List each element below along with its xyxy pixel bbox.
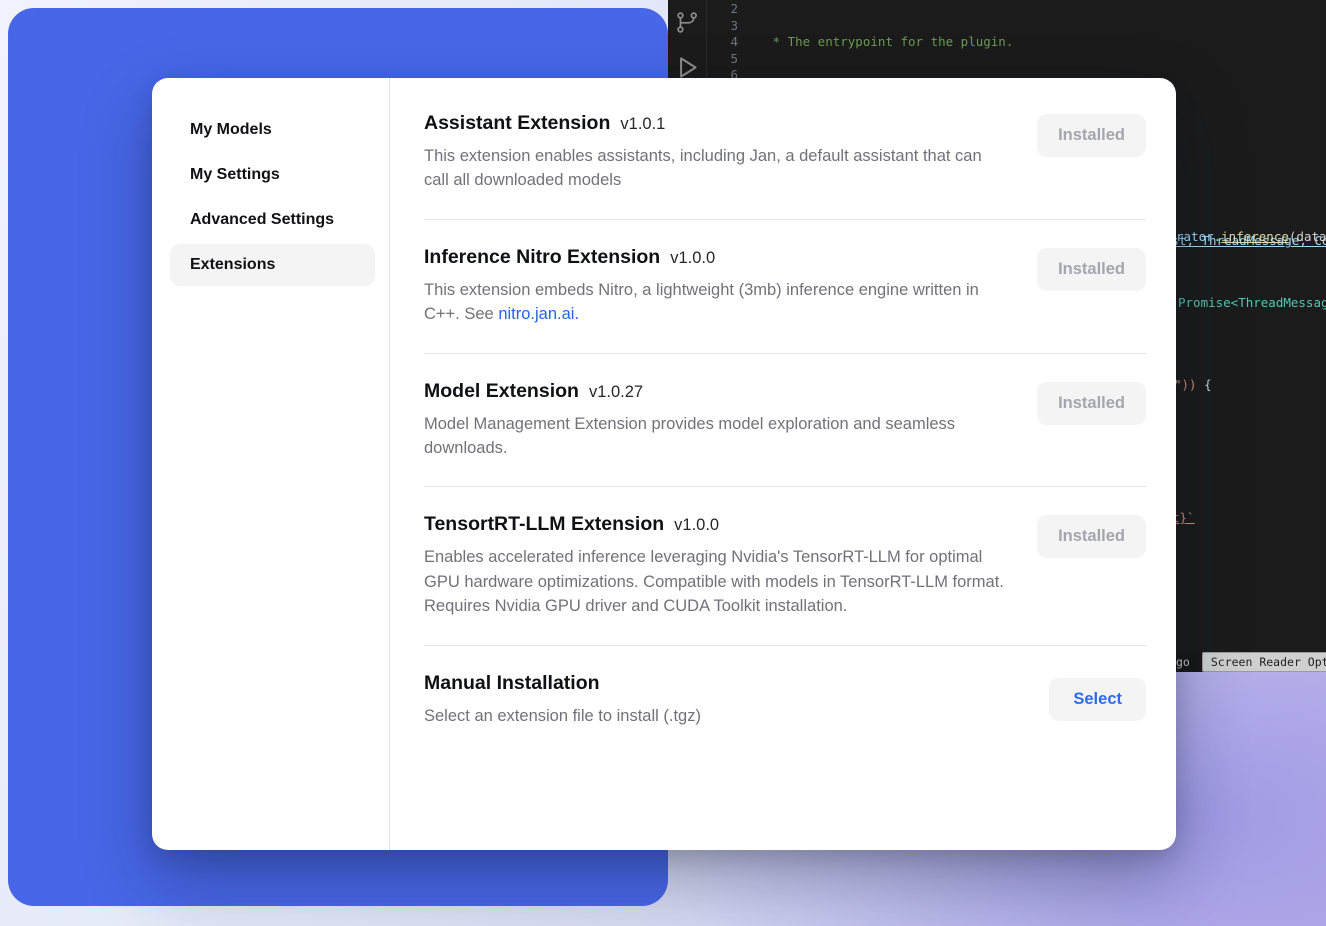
code-fragment: ")) { bbox=[1174, 377, 1212, 394]
extension-name: Inference Nitro Extension bbox=[424, 246, 660, 268]
manual-installation-description: Select an extension file to install (.tg… bbox=[424, 704, 701, 728]
extension-info: Model Extension v1.0.27 Model Management … bbox=[424, 380, 1009, 461]
extension-version: v1.0.0 bbox=[674, 516, 719, 534]
extension-title-line: Model Extension v1.0.27 bbox=[424, 380, 1009, 403]
extension-version: v1.0.27 bbox=[589, 383, 643, 401]
select-button[interactable]: Select bbox=[1049, 678, 1146, 721]
screen-reader-badge[interactable]: Screen Reader Optimize bbox=[1202, 652, 1326, 672]
code-token: inference bbox=[1221, 229, 1289, 244]
extension-title-line: Inference Nitro Extension v1.0.0 bbox=[424, 246, 1009, 269]
extension-info: Assistant Extension v1.0.1 This extension… bbox=[424, 112, 1009, 193]
extension-description: This extension embeds Nitro, a lightweig… bbox=[424, 278, 1009, 327]
manual-installation-title: Manual Installation bbox=[424, 672, 701, 695]
extension-name: Assistant Extension bbox=[424, 112, 610, 134]
code-line: * The entrypoint for the plugin. bbox=[765, 34, 1326, 51]
extension-row: Model Extension v1.0.27 Model Management … bbox=[424, 354, 1146, 488]
line-number: 4 bbox=[712, 34, 738, 51]
settings-sidebar: My Models My Settings Advanced Settings … bbox=[152, 78, 390, 850]
extension-row: Inference Nitro Extension v1.0.0 This ext… bbox=[424, 220, 1146, 354]
code-token: (data)); bbox=[1289, 229, 1326, 244]
installed-button[interactable]: Installed bbox=[1037, 114, 1146, 157]
extension-version: v1.0.1 bbox=[620, 115, 665, 133]
extension-description: Model Management Extension provides mode… bbox=[424, 412, 1009, 461]
sidebar-item-advanced-settings[interactable]: Advanced Settings bbox=[170, 199, 375, 241]
line-number: 2 bbox=[712, 1, 738, 18]
extension-description: This extension enables assistants, inclu… bbox=[424, 144, 1009, 193]
extension-title-line: TensortRT-LLM Extension v1.0.0 bbox=[424, 513, 1009, 536]
extension-row: Assistant Extension v1.0.1 This extension… bbox=[424, 78, 1146, 220]
settings-modal: My Models My Settings Advanced Settings … bbox=[152, 78, 1176, 850]
extension-description: Enables accelerated inference leveraging… bbox=[424, 545, 1009, 618]
extension-row: TensortRT-LLM Extension v1.0.0 Enables ac… bbox=[424, 487, 1146, 645]
sidebar-item-my-models[interactable]: My Models bbox=[170, 109, 375, 151]
installed-button[interactable]: Installed bbox=[1037, 382, 1146, 425]
code-token: rator. bbox=[1176, 229, 1221, 244]
code-fragment: rator.inference(data)); bbox=[1176, 229, 1326, 246]
installed-button[interactable]: Installed bbox=[1037, 515, 1146, 558]
status-text: go bbox=[1176, 654, 1190, 671]
extension-title-line: Assistant Extension v1.0.1 bbox=[424, 112, 1009, 135]
extensions-list: Assistant Extension v1.0.1 This extension… bbox=[390, 78, 1176, 850]
nitro-jan-ai-link[interactable]: nitro.jan.ai. bbox=[498, 305, 579, 323]
extension-name: TensortRT-LLM Extension bbox=[424, 513, 664, 535]
extension-info: Manual Installation Select an extension … bbox=[424, 672, 701, 728]
sidebar-item-extensions[interactable]: Extensions bbox=[170, 244, 375, 286]
extension-info: Inference Nitro Extension v1.0.0 This ext… bbox=[424, 246, 1009, 327]
installed-button[interactable]: Installed bbox=[1037, 248, 1146, 291]
code-token: ")) bbox=[1174, 377, 1197, 392]
manual-installation-row: Manual Installation Select an extension … bbox=[424, 646, 1146, 756]
line-numbers: 2 3 4 5 6 bbox=[712, 1, 738, 84]
extension-version: v1.0.0 bbox=[670, 249, 715, 267]
source-control-icon[interactable] bbox=[675, 10, 700, 40]
code-fragment: Promise<ThreadMessage> bbox=[1178, 295, 1326, 312]
code-token: { bbox=[1197, 377, 1212, 392]
line-number: 5 bbox=[712, 51, 738, 68]
sidebar-item-my-settings[interactable]: My Settings bbox=[170, 154, 375, 196]
line-number: 3 bbox=[712, 18, 738, 35]
extension-info: TensortRT-LLM Extension v1.0.0 Enables ac… bbox=[424, 513, 1009, 618]
extension-name: Model Extension bbox=[424, 380, 579, 402]
